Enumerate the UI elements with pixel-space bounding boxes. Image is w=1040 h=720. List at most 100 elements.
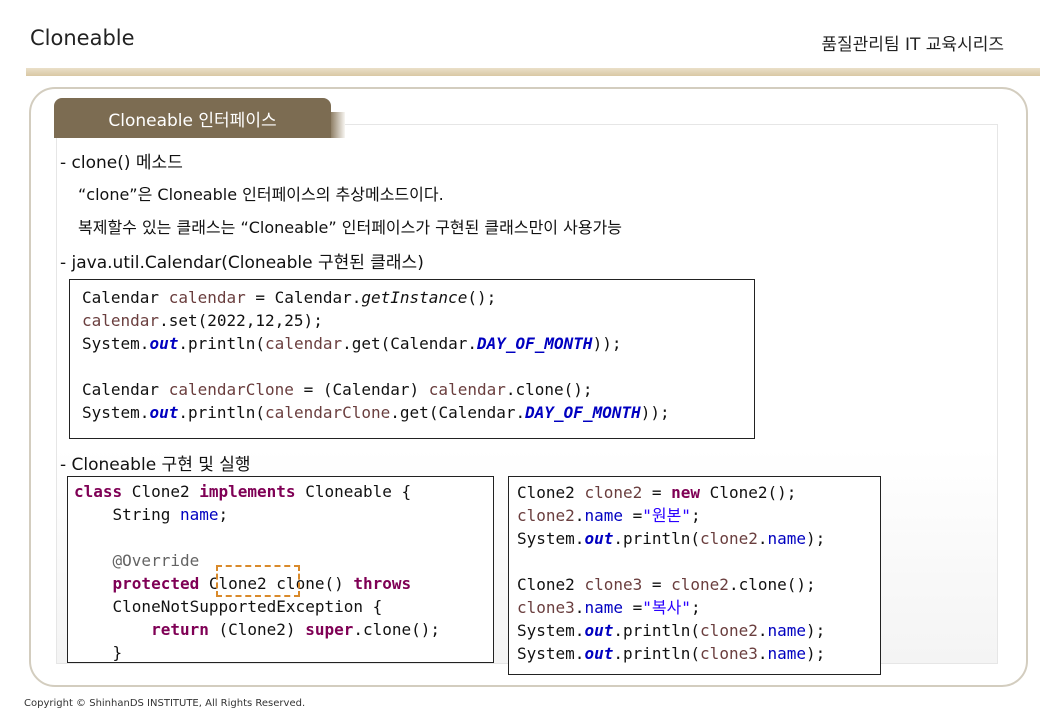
code-token: .clone();	[353, 620, 441, 639]
code-token: =	[642, 483, 672, 502]
code-token: .get(Calendar.	[342, 334, 477, 353]
highlight-return-type	[216, 565, 300, 597]
code-token: .println(	[178, 403, 266, 422]
code-token: super	[305, 620, 354, 639]
code-token: .clone();	[505, 380, 593, 399]
code-token: return	[151, 620, 209, 639]
code-token: Clone2	[517, 483, 585, 502]
code-token: .println(	[178, 334, 266, 353]
code-token: calendarClone	[168, 380, 294, 399]
code-token: implements	[199, 482, 296, 501]
code-line: }	[74, 641, 487, 664]
code-token: out	[584, 644, 614, 663]
code-token: System.	[517, 529, 585, 548]
code-token: calendar	[428, 380, 506, 399]
copyright: Copyright © ShinhanDS INSTITUTE, All Rig…	[24, 698, 306, 709]
code-token: new	[671, 483, 701, 502]
code-token: clone2	[517, 506, 575, 525]
code-line: Clone2 clone3 = clone2.clone();	[517, 573, 874, 596]
code-token: ;	[690, 506, 701, 525]
code-token: ;	[690, 598, 701, 617]
code-token: "원본"	[642, 506, 691, 525]
bullet-clone-desc: “clone”은 Cloneable 인터페이스의 추상메소드이다.	[78, 185, 444, 204]
code-token: clone2	[584, 483, 643, 502]
bullet-cloneable-impl: - Cloneable 구현 및 실행	[60, 455, 251, 475]
code-token: out	[149, 403, 179, 422]
code-block-calendar: Calendar calendar = Calendar.getInstance…	[69, 279, 755, 439]
code-line: clone2.name ="원본";	[517, 504, 874, 527]
code-line: class Clone2 implements Cloneable {	[74, 480, 487, 503]
code-token: .set(2022,12,25);	[159, 311, 323, 330]
code-line: System.out.println(clone2.name);	[517, 527, 874, 550]
code-token: }	[74, 643, 123, 662]
code-line: calendar.set(2022,12,25);	[82, 309, 746, 332]
code-token: .clone();	[728, 575, 816, 594]
code-token: = (Calendar)	[293, 380, 429, 399]
code-token: calendar	[82, 311, 160, 330]
code-token: out	[149, 334, 179, 353]
code-token: @Override	[112, 551, 200, 570]
code-token: clone3	[700, 644, 758, 663]
code-token: Calendar	[82, 288, 169, 307]
code-token: =	[642, 575, 672, 594]
code-token: .println(	[613, 644, 701, 663]
code-line: Calendar calendarClone = (Calendar) cale…	[82, 378, 746, 401]
bullet-calendar: - java.util.Calendar(Cloneable 구현된 클래스)	[60, 253, 424, 273]
code-token: .get(Calendar.	[390, 403, 526, 422]
code-token: name	[584, 506, 623, 525]
code-token: =	[622, 598, 643, 617]
code-token: .	[574, 506, 585, 525]
code-token: name	[767, 529, 807, 548]
code-token: System.	[517, 644, 585, 663]
code-token: DAY_OF_MONTH	[525, 403, 641, 422]
series-label: 품질관리팀 IT 교육시리즈	[821, 35, 1004, 55]
bullet-clone-method: - clone() 메소드	[60, 153, 183, 173]
code-line: System.out.println(calendarClone.get(Cal…	[82, 401, 746, 424]
code-token: );	[806, 529, 826, 548]
code-token: System.	[82, 403, 150, 422]
code-token: );	[806, 621, 826, 640]
code-line: System.out.println(calendar.get(Calendar…	[82, 332, 746, 355]
code-token: clone2	[700, 621, 758, 640]
code-token: );	[806, 644, 826, 663]
code-token: .	[574, 598, 585, 617]
code-line: return (Clone2) super.clone();	[74, 618, 487, 641]
code-token: = Calendar.	[245, 288, 362, 307]
code-token: out	[584, 529, 614, 548]
code-token: clone2	[700, 529, 758, 548]
header-rule	[26, 68, 1040, 76]
code-token: System.	[517, 621, 585, 640]
code-token: "복사"	[642, 598, 691, 617]
code-token: clone3	[584, 575, 643, 594]
code-token: ;	[218, 505, 229, 524]
code-token: .println(	[613, 529, 701, 548]
code-line: Calendar calendar = Calendar.getInstance…	[82, 286, 746, 309]
code-token: name	[584, 598, 623, 617]
code-token: ));	[592, 334, 622, 353]
code-token: String	[74, 505, 180, 524]
code-line: String name;	[74, 503, 487, 526]
code-token: Cloneable {	[295, 482, 412, 501]
code-token: calendarClone	[265, 403, 391, 422]
code-token: Clone2	[122, 482, 200, 501]
code-line: CloneNotSupportedException {	[74, 595, 487, 618]
code-token: CloneNotSupportedException {	[74, 597, 383, 616]
bullet-clone-usage: 복제할수 있는 클래스는 “Cloneable” 인터페이스가 구현된 클래스만…	[78, 218, 622, 237]
page-title: Cloneable	[30, 26, 135, 50]
code-token: calendar	[265, 334, 343, 353]
code-token: name	[767, 621, 807, 640]
code-token: Calendar	[82, 380, 169, 399]
code-token: class	[74, 482, 123, 501]
code-token: ();	[467, 288, 497, 307]
code-line: System.out.println(clone3.name);	[517, 642, 874, 665]
code-token: .println(	[613, 621, 701, 640]
code-token: ));	[640, 403, 670, 422]
code-token: getInstance	[361, 288, 468, 307]
code-block-run: Clone2 clone2 = new Clone2(); clone2.name…	[508, 476, 881, 675]
